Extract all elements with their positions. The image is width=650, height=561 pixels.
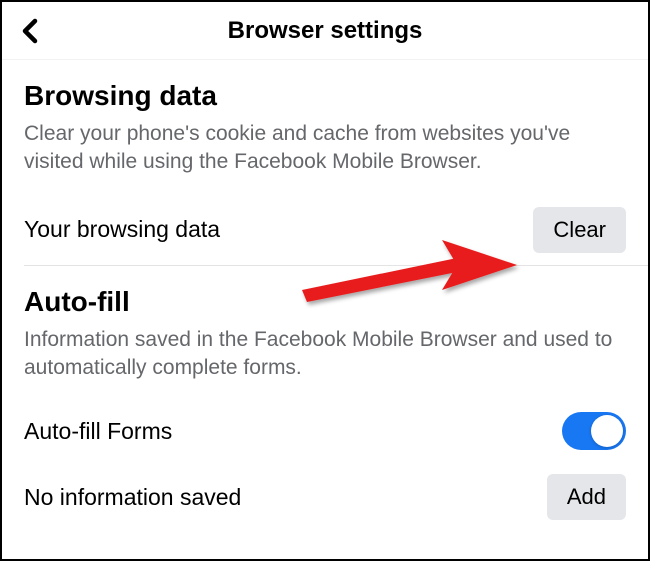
page-title: Browser settings (2, 17, 648, 45)
autofill-section: Auto-fill Information saved in the Faceb… (2, 266, 648, 525)
your-browsing-data-row: Your browsing data Clear (24, 195, 626, 265)
no-information-saved-label: No information saved (24, 484, 241, 511)
add-button[interactable]: Add (547, 474, 626, 520)
no-information-saved-row: No information saved Add (24, 462, 626, 524)
autofill-forms-toggle[interactable] (562, 412, 626, 450)
browsing-data-section: Browsing data Clear your phone's cookie … (2, 60, 648, 265)
browsing-data-title: Browsing data (24, 80, 626, 112)
header-bar: Browser settings (2, 2, 648, 60)
autofill-forms-label: Auto-fill Forms (24, 418, 172, 445)
autofill-title: Auto-fill (24, 286, 626, 318)
content: Browsing data Clear your phone's cookie … (2, 60, 648, 534)
your-browsing-data-label: Your browsing data (24, 216, 220, 243)
autofill-forms-row: Auto-fill Forms (24, 400, 626, 462)
chevron-left-icon (20, 17, 40, 45)
autofill-description: Information saved in the Facebook Mobile… (24, 326, 626, 383)
browsing-data-description: Clear your phone's cookie and cache from… (24, 120, 626, 177)
clear-button[interactable]: Clear (533, 207, 626, 253)
back-button[interactable] (20, 17, 40, 45)
